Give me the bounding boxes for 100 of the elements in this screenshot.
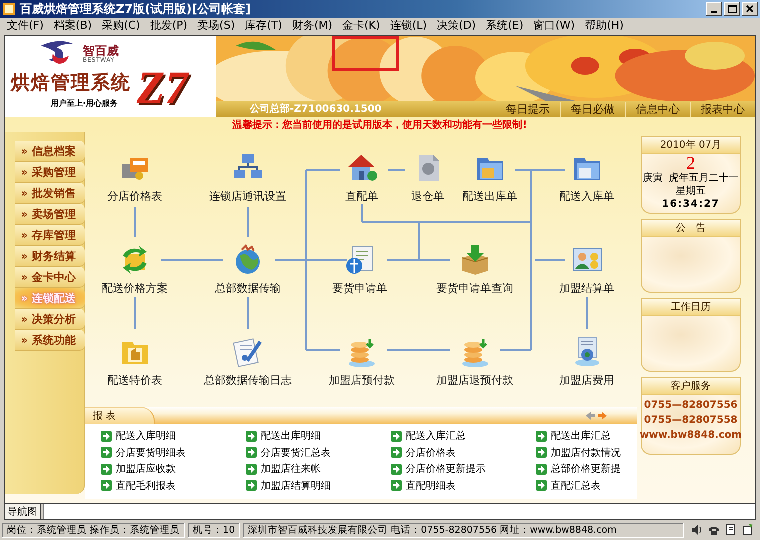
function-button[interactable]: 退仓单 [412,152,444,204]
arrow-icon [246,447,257,458]
function-button[interactable]: 配送入库单 [560,152,614,204]
menu-item[interactable]: 文件(F) [2,18,49,34]
status-text: 岗位：系统管理员 操作员：系统管理员 [2,522,186,538]
menu-item[interactable]: 帮助(H) [580,18,629,34]
menu-item[interactable]: 连锁(L) [385,18,432,34]
report-link[interactable]: 加盟店结算明细 [246,478,331,493]
close-button[interactable] [742,2,758,16]
menu-item[interactable]: 档案(B) [48,18,98,34]
sidebar-item[interactable]: » 决策分析 [15,309,85,330]
menu-item[interactable]: 库存(T) [240,18,288,34]
menu-item[interactable]: 决策(D) [432,18,482,34]
maximize-button[interactable] [724,2,740,16]
house-icon [346,152,378,184]
contact-line: 0755—82807556 [644,399,738,413]
function-button[interactable]: 要货申请单 [332,244,388,296]
navigation-tab[interactable]: 导航图 [5,504,41,519]
menu-item[interactable]: 采购(C) [97,18,146,34]
arrow-icon [391,430,402,442]
connector-line [388,169,405,171]
sidebar-item[interactable]: » 金卡中心 [15,267,85,288]
arrow-icon [101,464,112,475]
report-link[interactable]: 分店要货明细表 [101,446,186,460]
brand-name: 智百威 [83,45,119,57]
document-icon[interactable] [725,524,737,536]
menu-item[interactable]: 窗口(W) [528,18,580,34]
connector-line [535,259,565,261]
report-link[interactable]: 分店要货汇总表 [246,446,331,460]
arrow-icon [536,447,547,458]
report-link[interactable]: 分店价格更新提示 [391,462,486,476]
calendar-month: 2010年 07月 [642,137,740,154]
phone-icon[interactable] [708,524,720,536]
sidebar-item[interactable]: » 存库管理 [15,225,85,246]
function-button[interactable]: 直配单 [346,152,378,204]
report-link[interactable]: 直配汇总表 [536,478,601,493]
weekday: 星期五 [676,185,706,198]
function-button[interactable]: 连锁店通讯设置 [210,152,286,204]
function-button[interactable]: 配送出库单 [462,152,518,204]
sidebar-item[interactable]: » 系统功能 [15,330,85,351]
menu-item[interactable]: 金卡(K) [338,18,386,34]
speaker-icon[interactable] [691,524,703,536]
report-link[interactable]: 配送入库明细 [101,429,176,444]
function-button[interactable]: 加盟店退预付款 [436,336,514,388]
contact-line: www.bw8848.com [640,429,742,443]
function-button[interactable]: 配送价格方案 [102,244,168,296]
close-icon [746,5,754,13]
trial-notice: 温馨提示：您当前使用的是试用版本，使用天数和功能有一些限制! [232,118,528,132]
function-button[interactable]: 要货申请单查询 [436,244,514,296]
sidebar-item[interactable]: » 采购管理 [15,162,85,183]
sidebar-item[interactable]: » 信息档案 [15,141,85,162]
slogan: 用户至上·用心服务 [51,98,118,109]
menu-item[interactable]: 系统(E) [481,18,529,34]
report-link[interactable]: 配送入库汇总 [391,429,466,444]
connector-line [134,207,136,237]
report-link[interactable]: 直配毛利报表 [101,478,176,493]
function-button[interactable]: 配送特价表 [108,336,162,388]
function-button[interactable]: 总部数据传输日志 [204,336,292,388]
sidebar-item[interactable]: » 批发销售 [15,183,85,204]
document-icon[interactable] [742,524,754,536]
contact-line: 0755—82807558 [644,414,738,428]
sidebar-item[interactable]: » 卖场管理 [15,204,85,225]
report-link[interactable]: 配送出库汇总 [536,429,611,444]
function-button[interactable]: 分店价格表 [108,152,162,204]
card-title: 公 告 [642,220,740,237]
maximize-icon [728,5,736,13]
report-tab[interactable]: 报 表 [85,407,155,424]
arrow-icon [101,430,112,442]
arrow-icon [101,447,112,458]
arrow-icon [536,480,547,492]
status-text: 深圳市智百威科技发展有限公司 电话：0755-82807556 网址：www.bw8848.com [243,522,684,538]
report-link[interactable]: 配送出库明细 [246,429,321,444]
menu-item[interactable]: 卖场(S) [192,18,240,34]
report-link[interactable]: 加盟店往来帐 [246,462,321,476]
minimize-button[interactable] [706,2,722,16]
product-title: 烘焙管理系统 [11,72,131,94]
menu-item[interactable]: 财务(M) [287,18,338,34]
arrow-icon [246,430,257,442]
report-link[interactable]: 加盟店应收款 [101,462,176,476]
arrow-icon [391,447,402,458]
report-link[interactable]: 加盟店付款情况 [536,446,621,460]
app-icon [2,2,16,16]
sidebar-item[interactable]: » 财务结算 [15,246,85,267]
version-logo: Z7 [137,65,188,111]
report-link[interactable]: 直配明细表 [391,478,456,493]
function-button[interactable]: 加盟店费用 [560,336,614,388]
nav-link[interactable]: 每日提示 [496,102,560,116]
report-link[interactable]: 分店价格表 [391,446,456,460]
menu-item[interactable]: 批发(P) [145,18,193,34]
connector-line [387,349,450,351]
arrow-icon [536,464,547,475]
lunar-date: 庚寅 虎年五月二十一 [642,172,740,185]
connector-line [134,297,136,329]
function-button[interactable]: 总部数据传输 [215,244,281,296]
arrow-icon [536,430,547,442]
function-button[interactable]: 加盟店预付款 [329,336,395,388]
function-button[interactable]: 加盟结算单 [560,244,614,296]
report-link[interactable]: 总部价格更新提 [536,462,621,476]
connector-line [586,297,588,329]
arrow-icon [391,464,402,475]
